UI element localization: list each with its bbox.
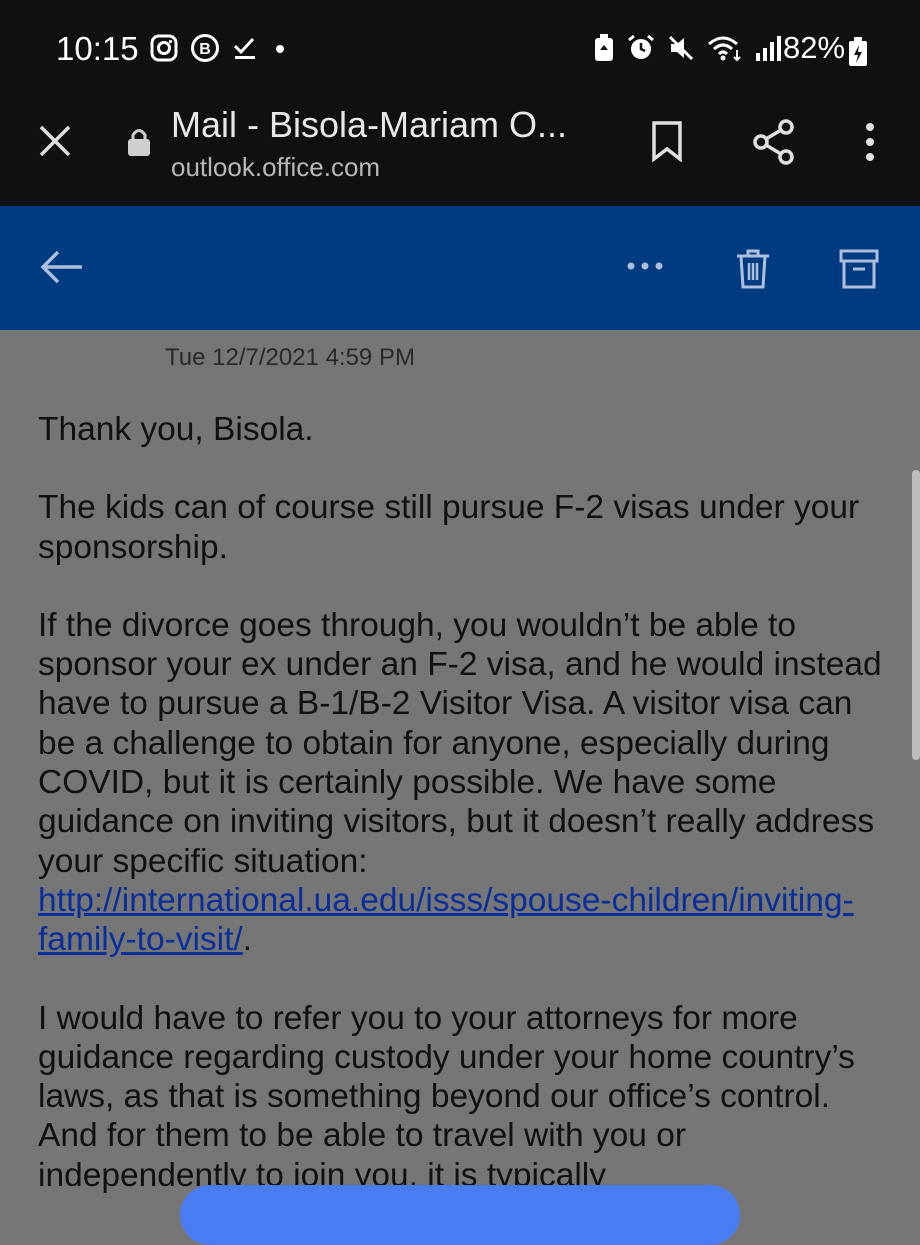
alarm-icon [628,34,654,59]
email-paragraph-2-end: . [242,921,253,959]
instagram-icon [150,34,178,62]
status-bar: 10:15 B 82% [0,0,920,100]
battery-level: 82% [783,30,846,65]
delete-icon[interactable] [734,248,772,290]
email-date: Tue 12/7/2021 4:59 PM [165,344,415,371]
bold-chat-icon: B [191,34,219,62]
share-icon[interactable] [752,118,796,166]
wifi-icon [708,36,741,62]
mail-toolbar [0,206,920,330]
more-options-icon[interactable] [626,258,664,274]
notification-dot-icon [276,45,284,53]
task-check-icon [233,37,255,59]
browser-url[interactable]: outlook.office.com [171,152,380,183]
email-link[interactable]: http://international.ua.edu/isss/spouse-… [38,882,854,958]
archive-icon[interactable] [838,248,880,290]
browser-bar: Mail - Bisola-Mariam O... outlook.office… [0,100,920,206]
email-greeting: Thank you, Bisola. [38,411,314,448]
bookmark-icon[interactable] [650,120,684,162]
status-time: 10:15 [56,30,139,67]
close-icon[interactable] [38,124,72,158]
reply-button[interactable] [180,1185,740,1245]
battery-saver-icon [595,34,613,61]
lock-icon [128,129,150,156]
email-body: Thank you, Bisola. The kids can of cours… [38,410,888,1234]
mute-icon [668,35,694,61]
email-paragraph-2: If the divorce goes through, you wouldn’… [38,606,888,960]
battery-charging-icon [849,37,867,66]
more-vert-icon[interactable] [862,122,878,164]
email-paragraph-3: I would have to refer you to your attorn… [38,999,855,1194]
email-reading-pane: Tue 12/7/2021 4:59 PM Thank you, Bisola.… [0,330,920,1205]
scrollbar-thumb[interactable] [912,470,920,760]
email-paragraph-1: The kids can of course still pursue F-2 … [38,489,860,566]
signal-icon [756,36,781,61]
back-arrow-icon[interactable] [40,248,84,286]
svg-text:B: B [199,41,211,58]
email-paragraph-2-text: If the divorce goes through, you wouldn’… [38,606,882,880]
browser-tab-title: Mail - Bisola-Mariam O... [171,104,568,145]
